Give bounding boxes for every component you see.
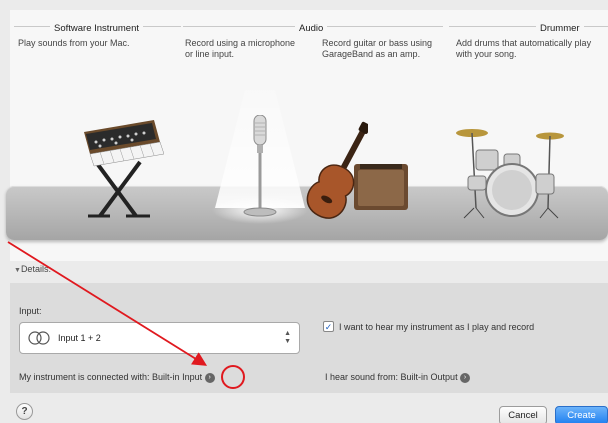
annotation-arrow — [7, 241, 208, 366]
annotation-overlay — [7, 241, 245, 389]
annotation-highlight-circle — [221, 365, 245, 389]
